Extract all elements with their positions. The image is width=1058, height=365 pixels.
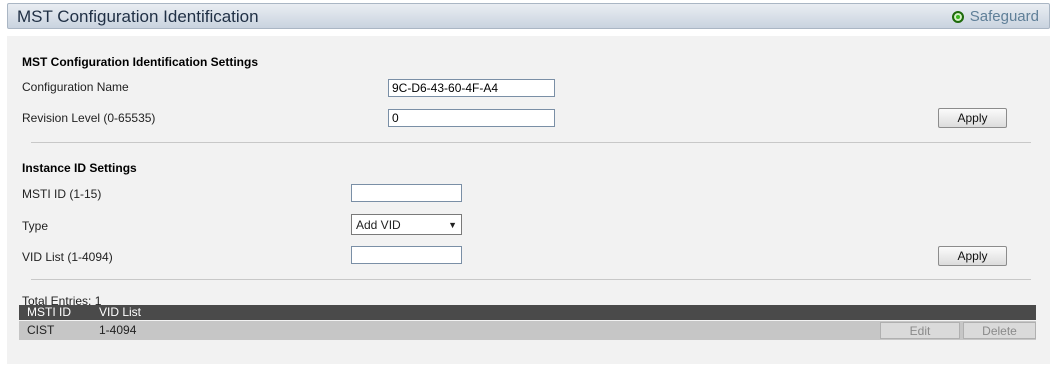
safeguard-label: Safeguard — [969, 8, 1039, 25]
config-name-label: Configuration Name — [22, 80, 129, 94]
table-row: CIST 1-4094 Edit Delete — [19, 321, 1036, 340]
instance-apply-button[interactable]: Apply — [938, 246, 1007, 266]
safeguard-indicator: Safeguard — [951, 8, 1039, 25]
edit-button[interactable]: Edit — [880, 322, 960, 339]
mst-settings-heading: MST Configuration Identification Setting… — [22, 55, 258, 69]
vid-list-field[interactable] — [351, 246, 462, 264]
page-title: MST Configuration Identification — [17, 7, 259, 26]
type-selected-value: Add VID — [356, 217, 401, 232]
mst-apply-button[interactable]: Apply — [938, 108, 1007, 128]
title-bar: MST Configuration Identification Safegua… — [7, 3, 1050, 29]
msti-id-field[interactable] — [351, 184, 462, 202]
vid-list-label: VID List (1-4094) — [22, 250, 113, 264]
msti-id-label: MSTI ID (1-15) — [22, 187, 102, 201]
column-header-msti-id: MSTI ID — [27, 305, 71, 319]
row-msti-id: CIST — [27, 323, 55, 337]
config-name-field[interactable] — [388, 79, 555, 97]
delete-button[interactable]: Delete — [963, 322, 1036, 339]
section-divider — [31, 279, 1031, 280]
dropdown-arrow-icon: ▼ — [448, 219, 457, 230]
instance-settings-heading: Instance ID Settings — [22, 161, 137, 175]
revision-level-field[interactable] — [388, 109, 555, 127]
section-divider — [31, 142, 1031, 143]
type-select[interactable]: Add VID ▼ — [351, 214, 462, 235]
column-header-vid-list: VID List — [99, 305, 142, 319]
type-label: Type — [22, 219, 49, 233]
table-header: MSTI ID VID List — [19, 305, 1036, 320]
row-vid-list: 1-4094 — [99, 323, 137, 337]
safeguard-status-icon — [951, 10, 964, 23]
revision-level-label: Revision Level (0-65535) — [22, 111, 156, 125]
content-panel: MST Configuration Identification Setting… — [7, 36, 1050, 364]
